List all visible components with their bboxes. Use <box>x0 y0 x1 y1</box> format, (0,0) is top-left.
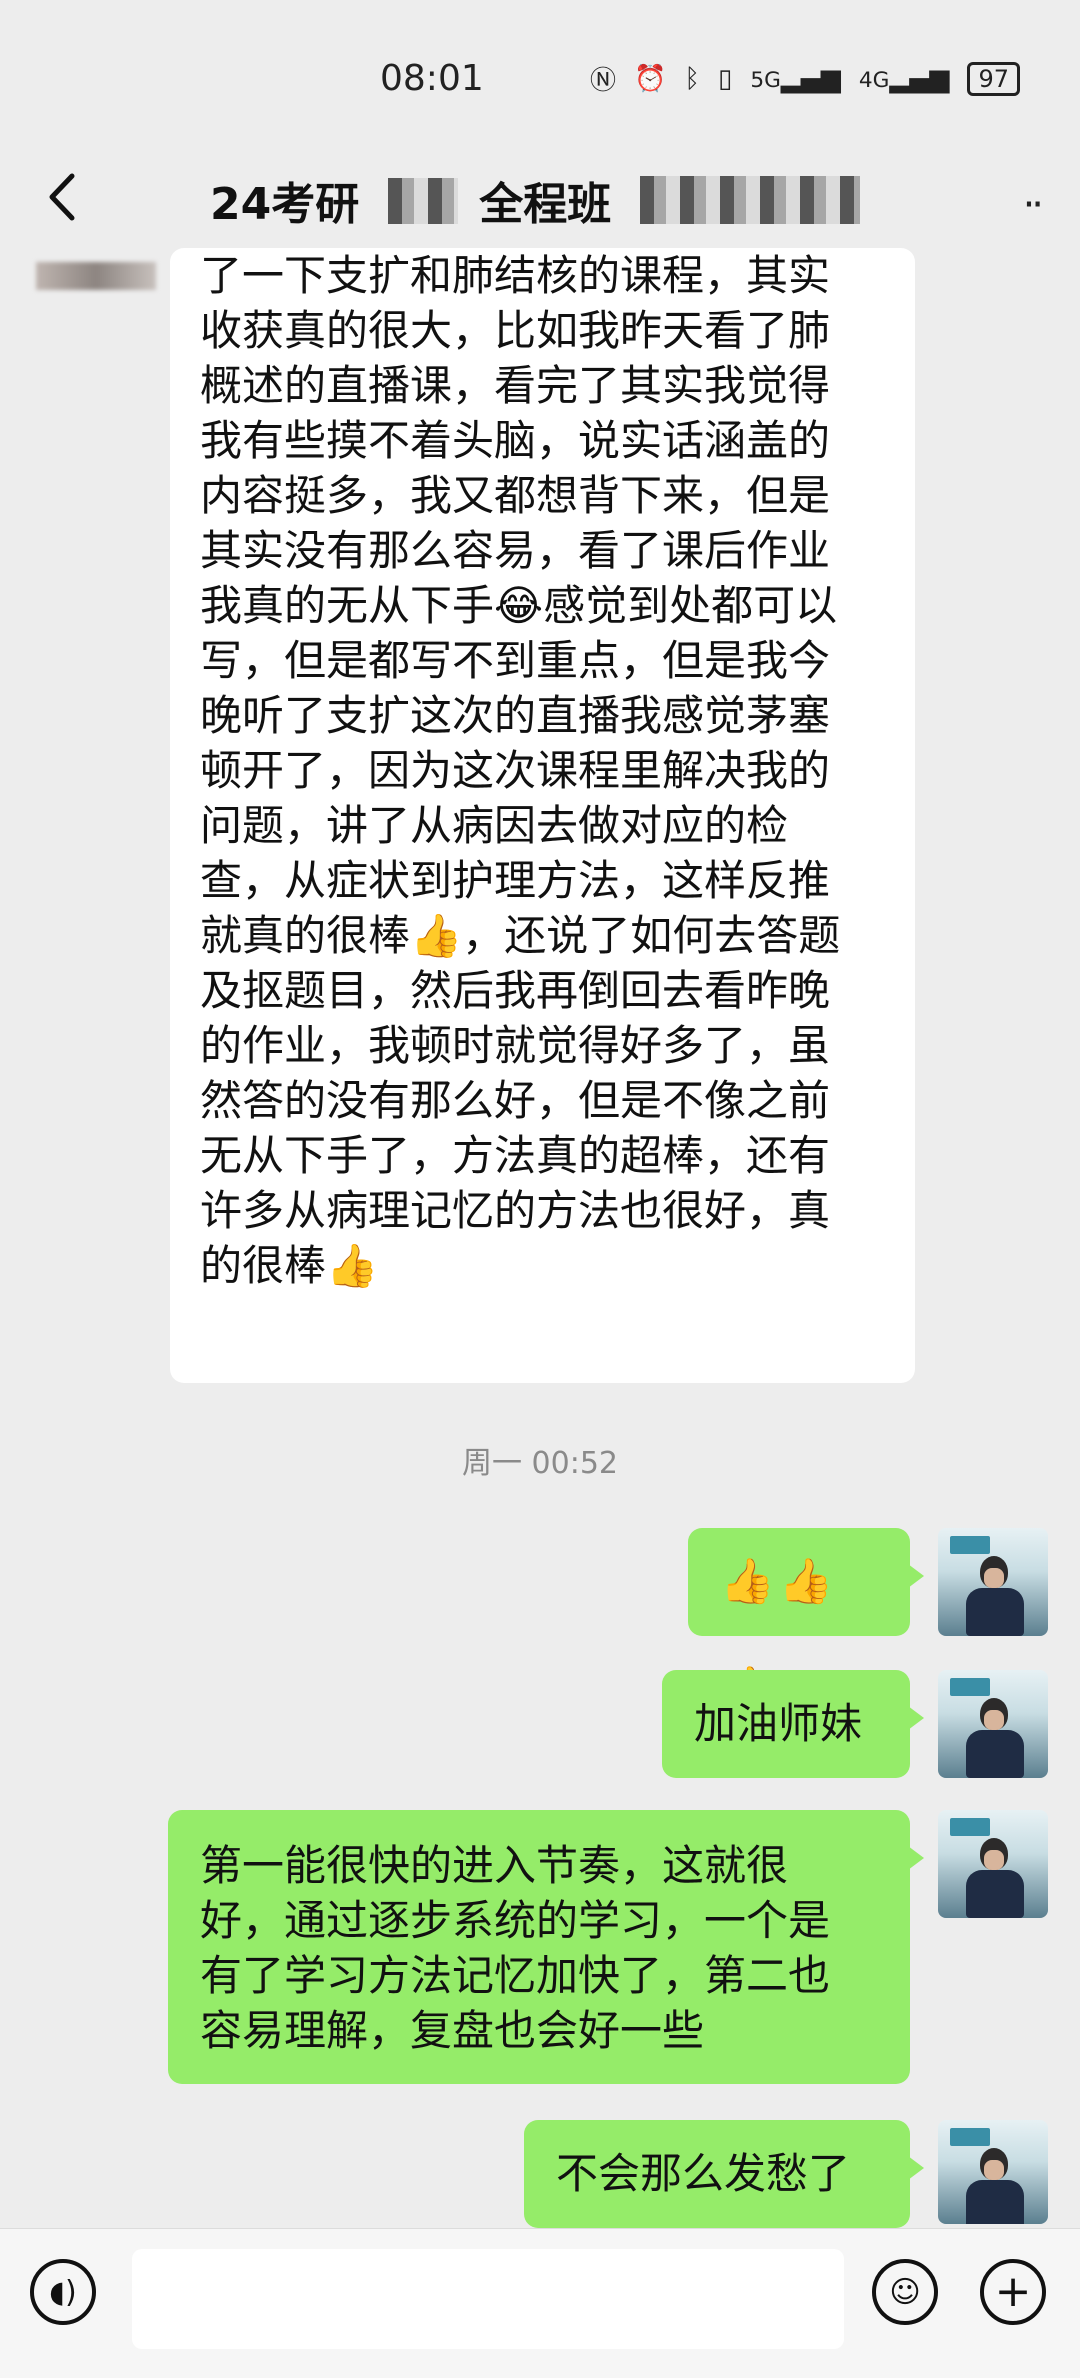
sent-message-bubble[interactable]: 👍👍👍 <box>688 1528 924 1715</box>
redaction-blur-2 <box>640 176 860 224</box>
sender-avatar[interactable] <box>36 262 156 290</box>
avatar[interactable] <box>938 2120 1048 2224</box>
voice-icon[interactable]: ◖) <box>30 2259 96 2325</box>
battery-icon: 97 <box>967 61 1020 96</box>
avatar[interactable] <box>938 1670 1048 1778</box>
sent-message-bubble[interactable]: 不会那么发愁了 <box>524 2120 924 2228</box>
sent-message-bubble[interactable]: 加油师妹 <box>662 1670 924 1778</box>
alarm-icon: ⏰ <box>634 63 667 94</box>
chevron-left-icon[interactable] <box>30 162 100 232</box>
chat-title-part1: 24考研 <box>210 179 360 230</box>
sent-message-text: 第一能很快的进入节奏，这就很 好，通过逐步系统的学习，一个是 有了学习方法记忆加… <box>200 1841 831 2055</box>
signal-4g-label: 4G <box>858 67 890 93</box>
chat-title-part2: 全程班 <box>479 179 612 230</box>
vibrate-icon: ▯ <box>718 63 733 94</box>
avatar[interactable] <box>938 1528 1048 1636</box>
smiley-icon[interactable]: ☺ <box>872 2259 938 2325</box>
received-message-bubble[interactable]: 了一下支扩和肺结核的课程，其实 收获真的很大，比如我昨天看了肺 概述的直播课，看… <box>170 248 915 1383</box>
status-time: 08:01 <box>380 58 484 99</box>
chat-header: 24考研 全程班 ·· <box>0 150 1080 260</box>
message-input[interactable] <box>132 2249 844 2349</box>
nfc-icon: Ⓝ <box>590 66 617 96</box>
signal-4g-icon: 4G▂▄▆ <box>858 63 950 94</box>
signal-5g-label: 5G <box>750 67 781 93</box>
message-timestamp: 周一 00:52 <box>462 1446 618 1481</box>
redaction-blur-1 <box>388 178 458 224</box>
bluetooth-icon: ᛒ <box>684 63 701 94</box>
avatar[interactable] <box>938 1810 1048 1918</box>
more-dots-icon[interactable]: ·· <box>1023 182 1045 228</box>
status-icons: Ⓝ ⏰ ᛒ ▯ 5G▂▄▆ 4G▂▄▆ 97 <box>590 60 1020 97</box>
input-bar: ◖) ☺ + <box>0 2228 1080 2378</box>
sent-message-text: 不会那么发愁了 <box>556 2149 851 2198</box>
status-bar: 08:01 Ⓝ ⏰ ᛒ ▯ 5G▂▄▆ 4G▂▄▆ 97 <box>0 0 1080 150</box>
signal-5g-icon: 5G▂▄▆ <box>750 63 841 94</box>
sent-message-bubble[interactable]: 第一能很快的进入节奏，这就很 好，通过逐步系统的学习，一个是 有了学习方法记忆加… <box>168 1810 924 2084</box>
sent-message-text: 加油师妹 <box>694 1699 863 1748</box>
plus-icon[interactable]: + <box>980 2259 1046 2325</box>
received-message-text: 了一下支扩和肺结核的课程，其实 收获真的很大，比如我昨天看了肺 概述的直播课，看… <box>200 251 841 1290</box>
